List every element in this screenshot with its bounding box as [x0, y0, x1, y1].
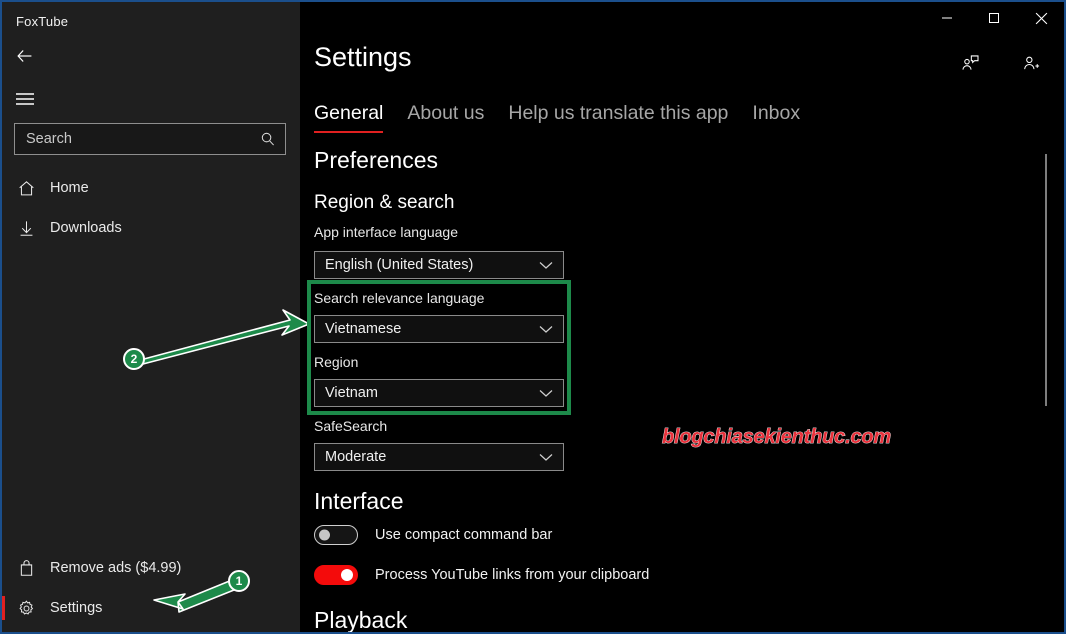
region-search-heading: Region & search: [314, 192, 455, 213]
close-button[interactable]: [1018, 2, 1064, 34]
safesearch-select[interactable]: Moderate: [314, 443, 564, 471]
tab-bar: General About us Help us translate this …: [314, 102, 824, 133]
shopping-bag-icon: [2, 559, 50, 578]
maximize-icon: [989, 13, 999, 23]
app-title: FoxTube: [16, 14, 69, 29]
scrollbar-thumb[interactable]: [1045, 154, 1047, 406]
toggle-label: Process YouTube links from your clipboar…: [375, 567, 650, 583]
sidebar: FoxTube Search Home Downloads Remove ads…: [2, 2, 300, 632]
search-icon[interactable]: [260, 131, 285, 147]
sidebar-item-label: Downloads: [50, 220, 122, 236]
app-interface-language-select[interactable]: English (United States): [314, 251, 564, 279]
home-icon: [2, 179, 50, 198]
download-icon: [2, 219, 50, 238]
maximize-button[interactable]: [971, 2, 1017, 34]
annotation-marker-1: 1: [228, 570, 250, 592]
playback-heading: Playback: [314, 607, 408, 632]
sidebar-item-remove-ads[interactable]: Remove ads ($4.99): [2, 548, 300, 588]
highlight-box-search-region: [307, 280, 571, 415]
toggle-label: Use compact command bar: [375, 527, 553, 543]
foxtube-window: FoxTube Search Home Downloads Remove ads…: [0, 0, 1066, 634]
tab-inbox[interactable]: Inbox: [752, 102, 813, 133]
select-value: Moderate: [325, 449, 387, 465]
chevron-down-icon: [539, 261, 563, 270]
person-add-icon: [1024, 56, 1040, 70]
toggle-row-compact-command-bar[interactable]: Use compact command bar: [314, 525, 552, 545]
person-feedback-icon: [962, 55, 979, 70]
sidebar-item-label: Home: [50, 180, 89, 196]
hamburger-menu-icon: [16, 93, 34, 105]
minimize-icon: [942, 17, 952, 19]
sidebar-item-downloads[interactable]: Downloads: [2, 208, 300, 248]
minimize-button[interactable]: [924, 2, 970, 34]
gear-icon: [2, 599, 50, 618]
search-input[interactable]: Search: [14, 123, 286, 155]
sidebar-item-home[interactable]: Home: [2, 168, 300, 208]
page-title: Settings: [314, 42, 412, 72]
hamburger-menu-button[interactable]: [4, 80, 46, 118]
account-button[interactable]: [1014, 48, 1048, 78]
chevron-down-icon: [539, 453, 563, 462]
compact-command-bar-toggle[interactable]: [314, 525, 358, 545]
tab-general[interactable]: General: [314, 102, 396, 133]
sidebar-item-settings[interactable]: Settings: [2, 588, 300, 628]
app-interface-language-label: App interface language: [314, 224, 458, 240]
annotation-marker-2: 2: [123, 348, 145, 370]
scrollbar[interactable]: [1041, 142, 1051, 437]
tab-help-translate[interactable]: Help us translate this app: [508, 102, 741, 133]
interface-heading: Interface: [314, 488, 404, 514]
back-arrow-icon: [17, 50, 32, 62]
feedback-button[interactable]: [953, 48, 987, 78]
watermark: blogchiasekienthuc.com: [662, 426, 892, 449]
search-placeholder: Search: [26, 131, 72, 147]
toggle-row-process-youtube-links[interactable]: Process YouTube links from your clipboar…: [314, 565, 649, 585]
preferences-heading: Preferences: [314, 147, 439, 173]
safesearch-label: SafeSearch: [314, 418, 388, 434]
close-icon: [1035, 12, 1047, 24]
sidebar-item-label: Settings: [50, 600, 103, 616]
tab-about-us[interactable]: About us: [407, 102, 497, 133]
select-value: English (United States): [325, 257, 474, 273]
process-youtube-links-toggle[interactable]: [314, 565, 358, 585]
back-button[interactable]: [4, 37, 46, 75]
sidebar-item-label: Remove ads ($4.99): [50, 560, 182, 576]
